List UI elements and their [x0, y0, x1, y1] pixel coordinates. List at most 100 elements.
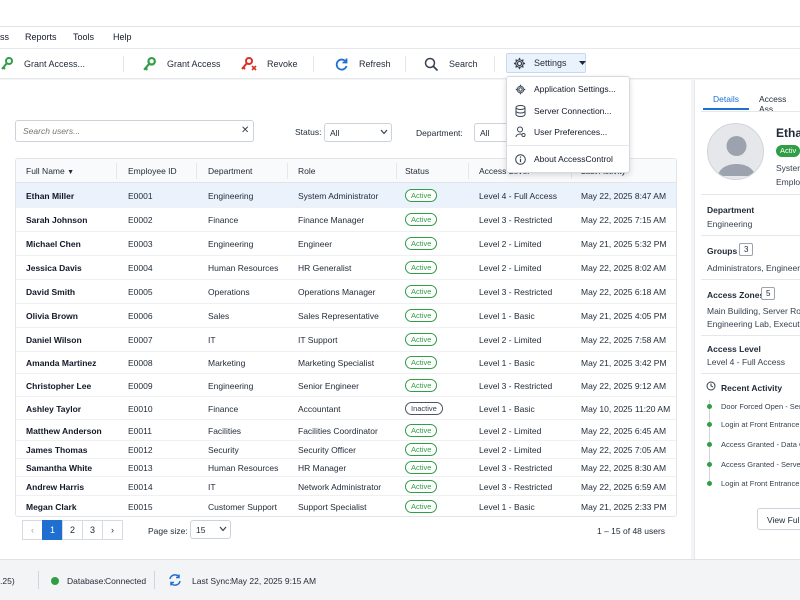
cell-last-activity: May 22, 2025 6:18 AM: [581, 287, 667, 297]
status-divider: [38, 571, 39, 589]
cell-role: Network Administrator: [298, 482, 382, 492]
user-search-box[interactable]: ✕: [15, 120, 254, 142]
table-row[interactable]: Daniel Wilson E0007 IT IT Support Active Leve…: [16, 328, 676, 352]
cell-employee-id: E0008: [128, 358, 153, 368]
activity-item: Access Granted - Server R: [721, 460, 800, 469]
table-row[interactable]: Ethan Miller E0001 Engineering System Admin…: [16, 183, 676, 208]
table-row[interactable]: Samantha White E0013 Human Resources HR Man…: [16, 459, 676, 477]
access-level-value: Level 4 - Full Access: [707, 357, 785, 367]
search-button[interactable]: Search: [424, 53, 478, 75]
cell-department: Human Resources: [208, 263, 279, 273]
status-filter-select[interactable]: All: [324, 123, 392, 142]
table-row[interactable]: David Smith E0005 Operations Operations Man…: [16, 280, 676, 304]
department-label: Department: [707, 205, 755, 215]
cell-full-name: David Smith: [26, 287, 76, 297]
cell-full-name: Samantha White: [26, 463, 93, 473]
toolbar-divider: [313, 56, 314, 72]
menu-item-access[interactable]: ss: [0, 32, 9, 42]
status-divider: [154, 571, 155, 589]
column-header-role[interactable]: Role: [298, 166, 315, 176]
menu-item-application-settings[interactable]: Application Settings...: [507, 79, 631, 99]
grant-access-dialog-button[interactable]: Grant Access...: [0, 53, 85, 75]
cell-role: Operations Manager: [298, 287, 376, 297]
cell-employee-id: E0002: [128, 215, 153, 225]
database-icon: [515, 105, 526, 117]
grant-access-dialog-label: Grant Access...: [24, 59, 86, 69]
refresh-button[interactable]: Refresh: [334, 53, 391, 75]
status-badge: Active: [405, 285, 438, 298]
menu-item-reports[interactable]: Reports: [25, 32, 57, 42]
cell-employee-id: E0012: [128, 445, 153, 455]
view-full-button[interactable]: View Full: [757, 508, 800, 530]
timeline-dot: [707, 481, 712, 486]
cell-full-name: Christopher Lee: [26, 381, 92, 391]
tab-details[interactable]: Details: [713, 94, 739, 104]
groups-value: Administrators, Engineers, S: [707, 263, 800, 273]
department-filter-label: Department:: [416, 128, 463, 138]
column-divider: [287, 163, 288, 179]
menu-item-help[interactable]: Help: [113, 32, 132, 42]
page-size-select[interactable]: 15: [190, 520, 231, 539]
menu-item-user-preferences[interactable]: User Preferences...: [507, 122, 631, 142]
access-zones-line-1: Main Building, Server Room: [707, 306, 800, 316]
status-badge: Active: [405, 500, 438, 513]
page-button-1[interactable]: 1: [42, 520, 63, 540]
users-table: Full Name ▼ Employee ID Department Role …: [15, 158, 677, 517]
next-page-button[interactable]: ›: [102, 520, 123, 540]
grant-access-button[interactable]: Grant Access: [142, 53, 221, 75]
table-row[interactable]: Andrew Harris E0014 IT Network Administrato…: [16, 477, 676, 496]
cell-full-name: Megan Clark: [26, 502, 77, 512]
menu-separator: [507, 145, 631, 146]
cell-employee-id: E0001: [128, 191, 153, 201]
table-row[interactable]: Jessica Davis E0004 Human Resources HR Gene…: [16, 256, 676, 280]
timeline-dot: [707, 422, 712, 427]
table-row[interactable]: Christopher Lee E0009 Engineering Senior En…: [16, 374, 676, 397]
search-users-input[interactable]: [23, 126, 223, 136]
cell-department: Finance: [208, 404, 239, 414]
status-badge: Active: [405, 261, 438, 274]
access-zones-line-2: Engineering Lab, Executive: [707, 319, 800, 329]
table-row[interactable]: Megan Clark E0015 Customer Support Support …: [16, 496, 676, 516]
table-row[interactable]: Olivia Brown E0006 Sales Sales Representati…: [16, 304, 676, 328]
refresh-label: Refresh: [359, 59, 391, 69]
column-header-full-name[interactable]: Full Name ▼: [26, 166, 74, 176]
clear-icon[interactable]: ✕: [241, 125, 249, 136]
table-row[interactable]: Sarah Johnson E0002 Finance Finance Manager…: [16, 208, 676, 232]
activity-item: Login at Front Entrance: [721, 479, 800, 488]
cell-last-activity: May 10, 2025 11:20 AM: [581, 404, 671, 414]
column-header-employee-id[interactable]: Employee ID: [128, 166, 177, 176]
cell-role: Engineer: [298, 239, 333, 249]
cell-role: Facilities Coordinator: [298, 426, 378, 436]
settings-button[interactable]: Settings: [506, 53, 586, 73]
user-details-panel: Details Access Ass Etha Activ Syster Emp…: [694, 80, 800, 559]
menu-item-about[interactable]: About AccessControl: [507, 149, 631, 169]
page-size-value: 15: [196, 524, 206, 535]
cell-access-level: Level 2 - Limited: [479, 239, 542, 249]
table-row[interactable]: Michael Chen E0003 Engineering Engineer Acti…: [16, 232, 676, 256]
cell-access-level: Level 2 - Limited: [479, 263, 542, 273]
divider: [701, 279, 800, 280]
table-row[interactable]: Ashley Taylor E0010 Finance Accountant Inact…: [16, 397, 676, 420]
cell-access-level: Level 1 - Basic: [479, 502, 535, 512]
cell-role: IT Support: [298, 335, 338, 345]
cell-role: Support Specialist: [298, 502, 367, 512]
cell-full-name: Andrew Harris: [26, 482, 85, 492]
column-header-department[interactable]: Department: [208, 166, 252, 176]
settings-dropdown-menu: Application Settings... Server Connectio…: [506, 76, 631, 173]
cell-last-activity: May 21, 2025 2:33 PM: [581, 502, 667, 512]
page-button-3[interactable]: 3: [82, 520, 103, 540]
cell-department: Customer Support: [208, 502, 277, 512]
department-filter-value: All: [480, 127, 490, 138]
menu-item-tools[interactable]: Tools: [73, 32, 94, 42]
previous-page-button[interactable]: ‹: [22, 520, 43, 540]
revoke-button[interactable]: Revoke: [240, 53, 298, 75]
menu-item-server-connection[interactable]: Server Connection...: [507, 101, 631, 121]
page-button-2[interactable]: 2: [62, 520, 83, 540]
table-row[interactable]: Matthew Anderson E0011 Facilities Facilitie…: [16, 420, 676, 441]
table-row[interactable]: James Thomas E0012 Security Security Office…: [16, 441, 676, 459]
status-filter-label: Status:: [295, 127, 322, 137]
table-row[interactable]: Amanda Martinez E0008 Marketing Marketing S…: [16, 352, 676, 374]
database-status-icon: [51, 577, 59, 585]
grant-access-label: Grant Access: [167, 59, 221, 69]
column-header-status[interactable]: Status: [405, 166, 429, 176]
